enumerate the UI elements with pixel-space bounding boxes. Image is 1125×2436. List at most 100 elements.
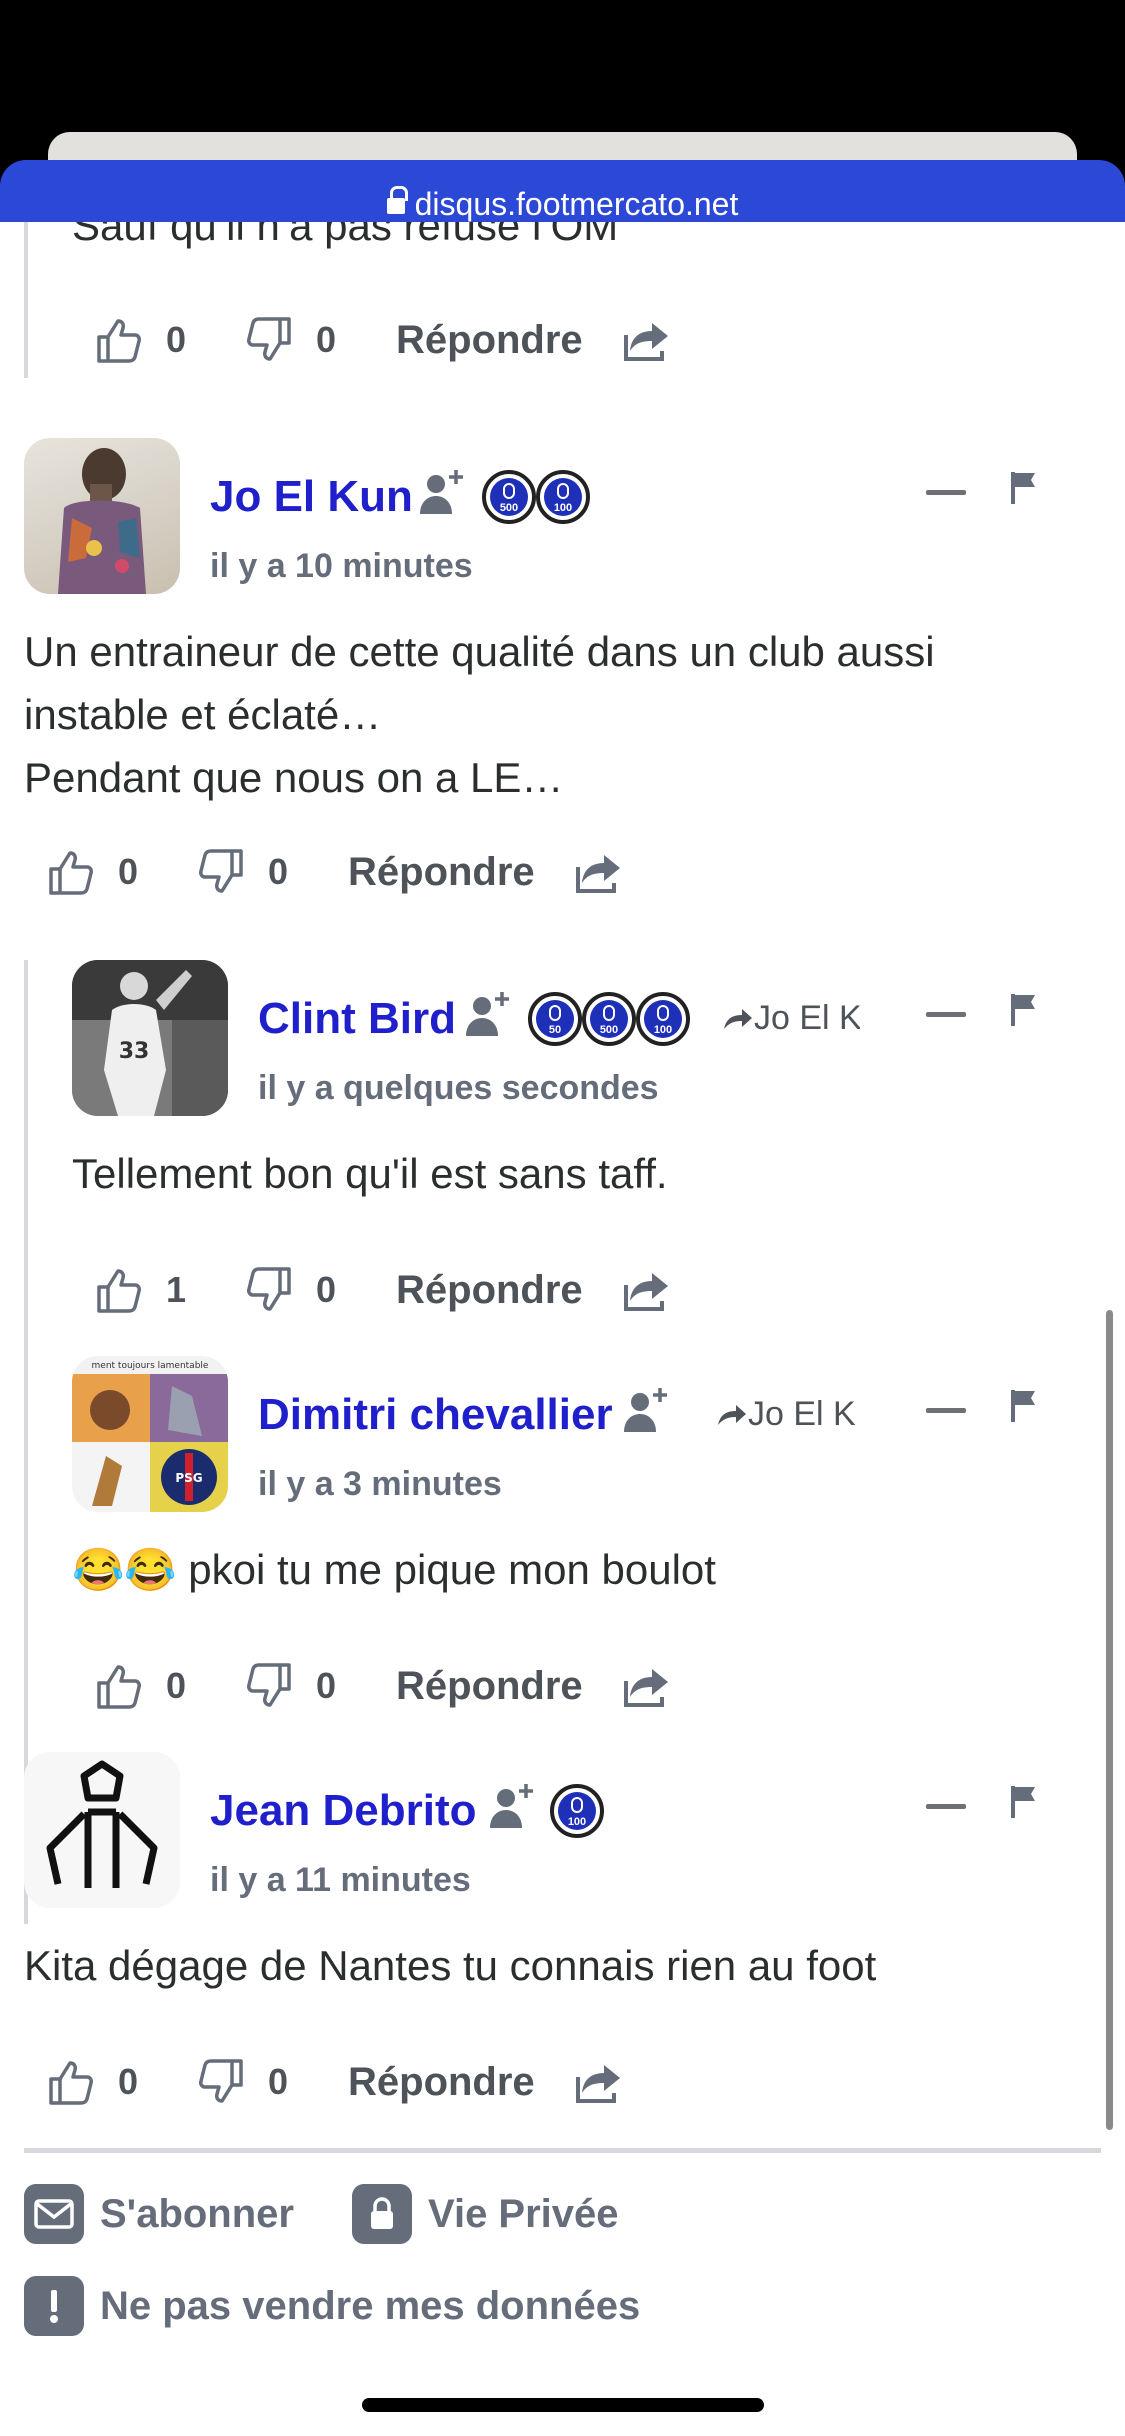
share-button[interactable] <box>622 1658 672 1714</box>
badge-50: 50 <box>528 992 582 1046</box>
svg-text:PSG: PSG <box>175 1471 202 1485</box>
thumbs-down-icon <box>247 1267 291 1311</box>
avatar-image <box>58 448 146 594</box>
avatar[interactable] <box>24 1752 180 1908</box>
comment-time[interactable]: il y a 3 minutes <box>258 1464 502 1504</box>
comment-time[interactable]: il y a quelques secondes <box>258 1068 659 1108</box>
downvote-button[interactable] <box>196 844 246 900</box>
upvote-button[interactable] <box>94 1658 144 1714</box>
reply-to-link[interactable]: Jo El K <box>720 998 860 1038</box>
upvote-count: 1 <box>166 1269 187 1310</box>
thumbs-up-icon <box>49 2061 93 2105</box>
thumbs-down-icon <box>247 1663 291 1707</box>
follow-user-icon[interactable] <box>462 990 514 1040</box>
envelope-icon <box>24 2184 84 2244</box>
avatar-image: ment toujours lamentable PSG <box>72 1356 228 1512</box>
thread-line-top <box>24 222 28 378</box>
reply-button[interactable]: Répondre <box>348 844 535 900</box>
downvote-button[interactable] <box>244 312 294 368</box>
upvote-count: 0 <box>166 319 187 360</box>
downvote-button[interactable] <box>244 1262 294 1318</box>
downvote-count: 0 <box>268 2061 289 2102</box>
collapse-button[interactable] <box>926 1408 966 1413</box>
reply-button[interactable]: Répondre <box>396 1658 583 1714</box>
subscribe-link[interactable]: S'abonner <box>24 2184 294 2244</box>
reply-arrow-icon <box>718 1405 746 1425</box>
avatar[interactable]: 33 <box>72 960 228 1116</box>
share-icon <box>624 1273 668 1311</box>
reply-to-name: Jo El K <box>754 999 860 1037</box>
upvote-button[interactable] <box>94 1262 144 1318</box>
downvote-count: 0 <box>316 319 337 360</box>
follow-user-icon[interactable] <box>416 468 468 518</box>
avatar[interactable] <box>24 438 180 594</box>
disqus-comments: Sauf qu’il n’a pas refusé l’OM 0 0 Répon… <box>0 222 1125 2436</box>
comment-time[interactable]: il y a 11 minutes <box>210 1860 471 1900</box>
downvote-button[interactable] <box>244 1658 294 1714</box>
badge-100: 100 <box>536 470 590 524</box>
comment-text-line: Un entraineur de cette qualité dans un c… <box>24 628 935 675</box>
share-button[interactable] <box>622 1262 672 1318</box>
avatar[interactable]: ment toujours lamentable PSG <box>72 1356 228 1512</box>
subscribe-label: S'abonner <box>100 2192 294 2236</box>
share-button[interactable] <box>574 844 624 900</box>
comment-actions: 0 0 Répondre <box>72 312 772 368</box>
privacy-link[interactable]: Vie Privée <box>352 2184 619 2244</box>
upvote-button[interactable] <box>46 844 96 900</box>
svg-text:33: 33 <box>119 1039 150 1064</box>
reply-button[interactable]: Répondre <box>396 1262 583 1318</box>
avatar-image <box>46 1760 158 1888</box>
comment-time[interactable]: il y a 10 minutes <box>210 546 473 586</box>
author-name[interactable]: Jo El Kun <box>210 472 413 522</box>
lock-icon <box>352 2184 412 2244</box>
url-text: disqus.footmercato.net <box>414 186 739 222</box>
comment-text-line: instable et éclaté… <box>24 691 382 738</box>
reply-arrow-icon <box>724 1009 752 1029</box>
downvote-count: 0 <box>316 1665 337 1706</box>
thumbs-down-icon <box>199 2059 243 2103</box>
author-name[interactable]: Dimitri chevallier <box>258 1390 613 1440</box>
scrollbar[interactable] <box>1106 1310 1113 2130</box>
comment-text-line: Pendant que nous on a LE… <box>24 754 564 801</box>
comment-text: Kita dégage de Nantes tu connais rien au… <box>24 1942 877 1989</box>
url-bar[interactable]: disqus.footmercato.net <box>0 160 1125 222</box>
badge-100: 100 <box>550 1784 604 1838</box>
upvote-button[interactable] <box>94 312 144 368</box>
thumbs-up-icon <box>97 1269 141 1313</box>
flag-icon[interactable] <box>1010 470 1038 504</box>
reply-button[interactable]: Répondre <box>396 312 583 368</box>
do-not-sell-link[interactable]: Ne pas vendre mes données <box>24 2276 640 2336</box>
comment-actions: 0 0 Répondre <box>24 844 724 900</box>
comment-actions: 0 0 Répondre <box>24 2054 724 2110</box>
reply-button[interactable]: Répondre <box>348 2054 535 2110</box>
comment-actions: 0 0 Répondre <box>72 1658 772 1714</box>
share-button[interactable] <box>574 2054 624 2110</box>
downvote-button[interactable] <box>196 2054 246 2110</box>
reply-to-link[interactable]: Jo El K <box>714 1394 860 1434</box>
share-icon <box>576 855 620 893</box>
flag-icon[interactable] <box>1010 1388 1038 1422</box>
comment-text: Tellement bon qu'il est sans taff. <box>72 1150 668 1197</box>
badge-500: 500 <box>582 992 636 1046</box>
thumbs-up-icon <box>49 851 93 895</box>
follow-user-icon[interactable] <box>620 1386 672 1436</box>
comment-text: Sauf qu’il n’a pas refusé l’OM <box>72 222 619 249</box>
author-name[interactable]: Jean Debrito <box>210 1786 477 1836</box>
collapse-button[interactable] <box>926 490 966 495</box>
avatar-image: 33 <box>72 960 228 1116</box>
follow-user-icon[interactable] <box>486 1782 538 1832</box>
upvote-button[interactable] <box>46 2054 96 2110</box>
upvote-count: 0 <box>118 851 139 892</box>
privacy-label: Vie Privée <box>428 2192 619 2236</box>
collapse-button[interactable] <box>926 1012 966 1017</box>
author-name[interactable]: Clint Bird <box>258 994 456 1044</box>
home-indicator[interactable] <box>362 2398 764 2412</box>
exclamation-icon <box>24 2276 84 2336</box>
flag-icon[interactable] <box>1010 1784 1038 1818</box>
badge-100: 100 <box>636 992 690 1046</box>
flag-icon[interactable] <box>1010 992 1038 1026</box>
footer-divider <box>24 2148 1101 2153</box>
thumbs-down-icon <box>247 317 291 361</box>
collapse-button[interactable] <box>926 1804 966 1809</box>
share-button[interactable] <box>622 312 672 368</box>
